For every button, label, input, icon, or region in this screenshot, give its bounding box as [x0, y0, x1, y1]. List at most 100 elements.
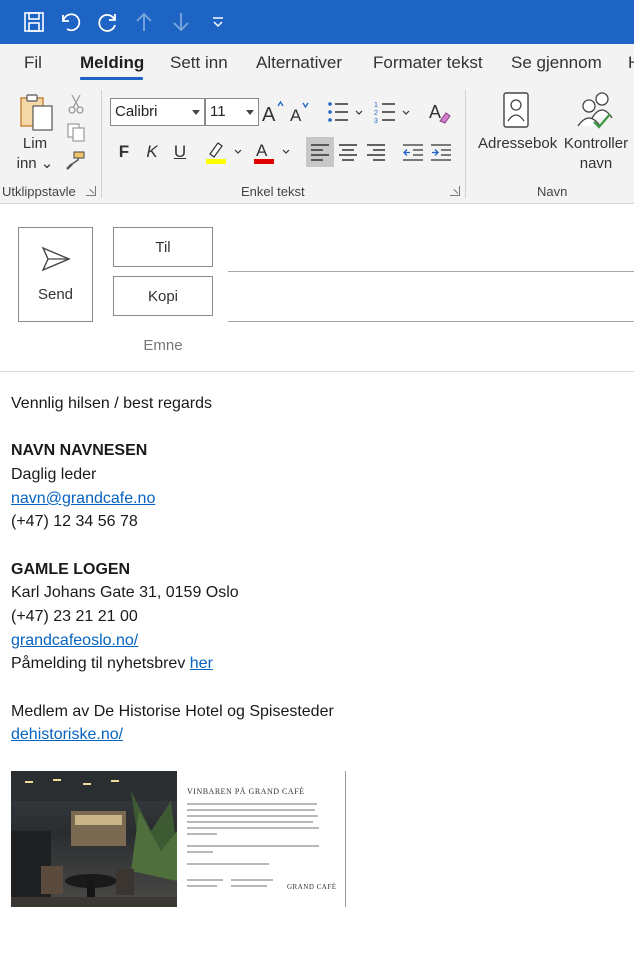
banner-text-line	[187, 879, 223, 881]
basic-text-group-label: Enkel tekst	[241, 184, 305, 199]
title-bar	[0, 0, 634, 44]
newsletter-line: Påmelding til nyhetsbrev her	[11, 655, 213, 673]
names-group-label: Navn	[537, 184, 568, 199]
to-button[interactable]: Til	[113, 227, 213, 267]
format-painter-icon[interactable]	[65, 149, 87, 171]
header-divider	[0, 371, 634, 372]
cut-icon[interactable]	[65, 93, 87, 115]
tab-options[interactable]: Alternativer	[256, 53, 342, 73]
arrow-up-icon[interactable]	[131, 9, 157, 35]
align-right-icon[interactable]	[362, 137, 390, 167]
banner-title: VINBAREN PÅ GRAND CAFÉ	[187, 787, 305, 796]
font-family-select[interactable]: Calibri	[110, 98, 205, 126]
italic-button[interactable]: K	[142, 142, 162, 162]
subject-label: Emne	[143, 337, 183, 354]
banner-text-line	[187, 845, 319, 847]
membership-text: Medlem av De Historise Hotel og Spiseste…	[11, 703, 334, 720]
newsletter-link[interactable]: her	[190, 655, 213, 672]
banner-text-panel: VINBAREN PÅ GRAND CAFÉ GRAND CAFÉ	[177, 771, 346, 907]
newsletter-text: Påmelding til nyhetsbrev	[11, 655, 190, 672]
grow-font-icon[interactable]: A	[261, 98, 285, 126]
svg-text:A: A	[262, 104, 276, 125]
company-address: Karl Johans Gate 31, 0159 Oslo	[11, 584, 239, 601]
banner-text-line	[187, 803, 317, 805]
svg-text:1: 1	[374, 102, 378, 109]
signature-name: NAVN NAVNESEN	[11, 442, 148, 459]
customize-toolbar-icon[interactable]	[205, 9, 231, 35]
restaurant-photo	[11, 771, 177, 907]
underline-button[interactable]: U	[170, 142, 190, 162]
bullets-icon[interactable]	[326, 98, 366, 126]
tab-format-text[interactable]: Formater tekst	[373, 53, 483, 73]
tab-review[interactable]: Se gjennom	[511, 53, 602, 73]
banner-text-line	[187, 833, 217, 835]
banner-text-line	[187, 885, 217, 887]
banner-text-line	[187, 821, 313, 823]
to-input[interactable]	[228, 271, 634, 272]
redo-icon[interactable]	[95, 9, 121, 35]
shrink-font-icon[interactable]: A	[288, 98, 312, 126]
company-phone: (+47) 23 21 21 00	[11, 608, 138, 625]
website-link[interactable]: grandcafeoslo.no/	[11, 632, 138, 650]
check-names-button[interactable]: Kontroller	[560, 134, 632, 154]
font-dialog-launcher-icon[interactable]	[450, 186, 460, 196]
greeting: Vennlig hilsen / best regards	[11, 395, 213, 412]
clear-formatting-icon[interactable]: A	[426, 98, 454, 126]
clipboard-group-label: Utklippstavle	[2, 184, 76, 199]
banner-text-line	[187, 851, 213, 853]
tab-file[interactable]: Fil	[24, 53, 42, 73]
align-center-icon[interactable]	[334, 137, 362, 167]
group-divider	[101, 90, 102, 198]
banner-text-line	[187, 863, 269, 865]
clipboard-dialog-launcher-icon[interactable]	[86, 186, 96, 196]
send-button[interactable]: Send	[18, 227, 93, 322]
decrease-indent-icon[interactable]	[399, 137, 427, 167]
banner-text-line	[187, 809, 315, 811]
svg-text:2: 2	[374, 110, 378, 117]
bold-button[interactable]: F	[114, 142, 134, 162]
arrow-down-icon[interactable]	[168, 9, 194, 35]
to-label: Til	[155, 238, 171, 256]
check-names-button-line2[interactable]: navn	[560, 154, 632, 174]
banner-text-line	[187, 827, 319, 829]
numbering-icon[interactable]: 123	[373, 98, 413, 126]
save-icon[interactable]	[21, 9, 47, 35]
paste-icon[interactable]	[18, 92, 56, 132]
increase-indent-icon[interactable]	[427, 137, 455, 167]
svg-text:A: A	[256, 141, 268, 160]
send-icon	[41, 246, 71, 272]
address-book-button[interactable]: Adressebok	[478, 134, 557, 154]
tab-insert[interactable]: Sett inn	[170, 53, 228, 73]
send-label: Send	[37, 286, 74, 303]
svg-text:A: A	[290, 106, 302, 125]
paste-label-line2[interactable]: inn ⌄	[14, 154, 56, 174]
address-book-icon[interactable]	[500, 90, 532, 130]
undo-icon[interactable]	[57, 9, 83, 35]
svg-text:A: A	[429, 102, 441, 122]
check-names-icon[interactable]	[576, 90, 616, 132]
tab-help[interactable]: H	[628, 53, 634, 73]
active-tab-indicator	[80, 77, 143, 80]
group-divider	[465, 90, 466, 198]
tab-message[interactable]: Melding	[80, 53, 144, 73]
banner-text-line	[187, 815, 318, 817]
email-link[interactable]: navn@grandcafe.no	[11, 490, 155, 508]
paste-label[interactable]: Lim	[14, 134, 56, 154]
align-left-icon[interactable]	[306, 137, 334, 167]
copy-icon[interactable]	[65, 121, 87, 143]
font-size-select[interactable]: 11	[205, 98, 259, 126]
membership-link[interactable]: dehistoriske.no/	[11, 726, 123, 744]
signature-banner-image[interactable]: VINBAREN PÅ GRAND CAFÉ GRAND CAFÉ	[11, 771, 346, 907]
banner-brand: GRAND CAFÉ	[287, 883, 337, 891]
font-color-icon[interactable]: A	[252, 138, 294, 166]
signature-phone: (+47) 12 34 56 78	[11, 513, 138, 530]
cc-button[interactable]: Kopi	[113, 276, 213, 316]
banner-text-line	[231, 879, 273, 881]
svg-text:3: 3	[374, 118, 378, 124]
highlight-color-icon[interactable]	[204, 138, 246, 166]
company-name: GAMLE LOGEN	[11, 561, 131, 578]
cc-input[interactable]	[228, 321, 634, 322]
banner-text-line	[231, 885, 267, 887]
cc-label: Kopi	[147, 287, 179, 305]
signature-title: Daglig leder	[11, 466, 97, 483]
